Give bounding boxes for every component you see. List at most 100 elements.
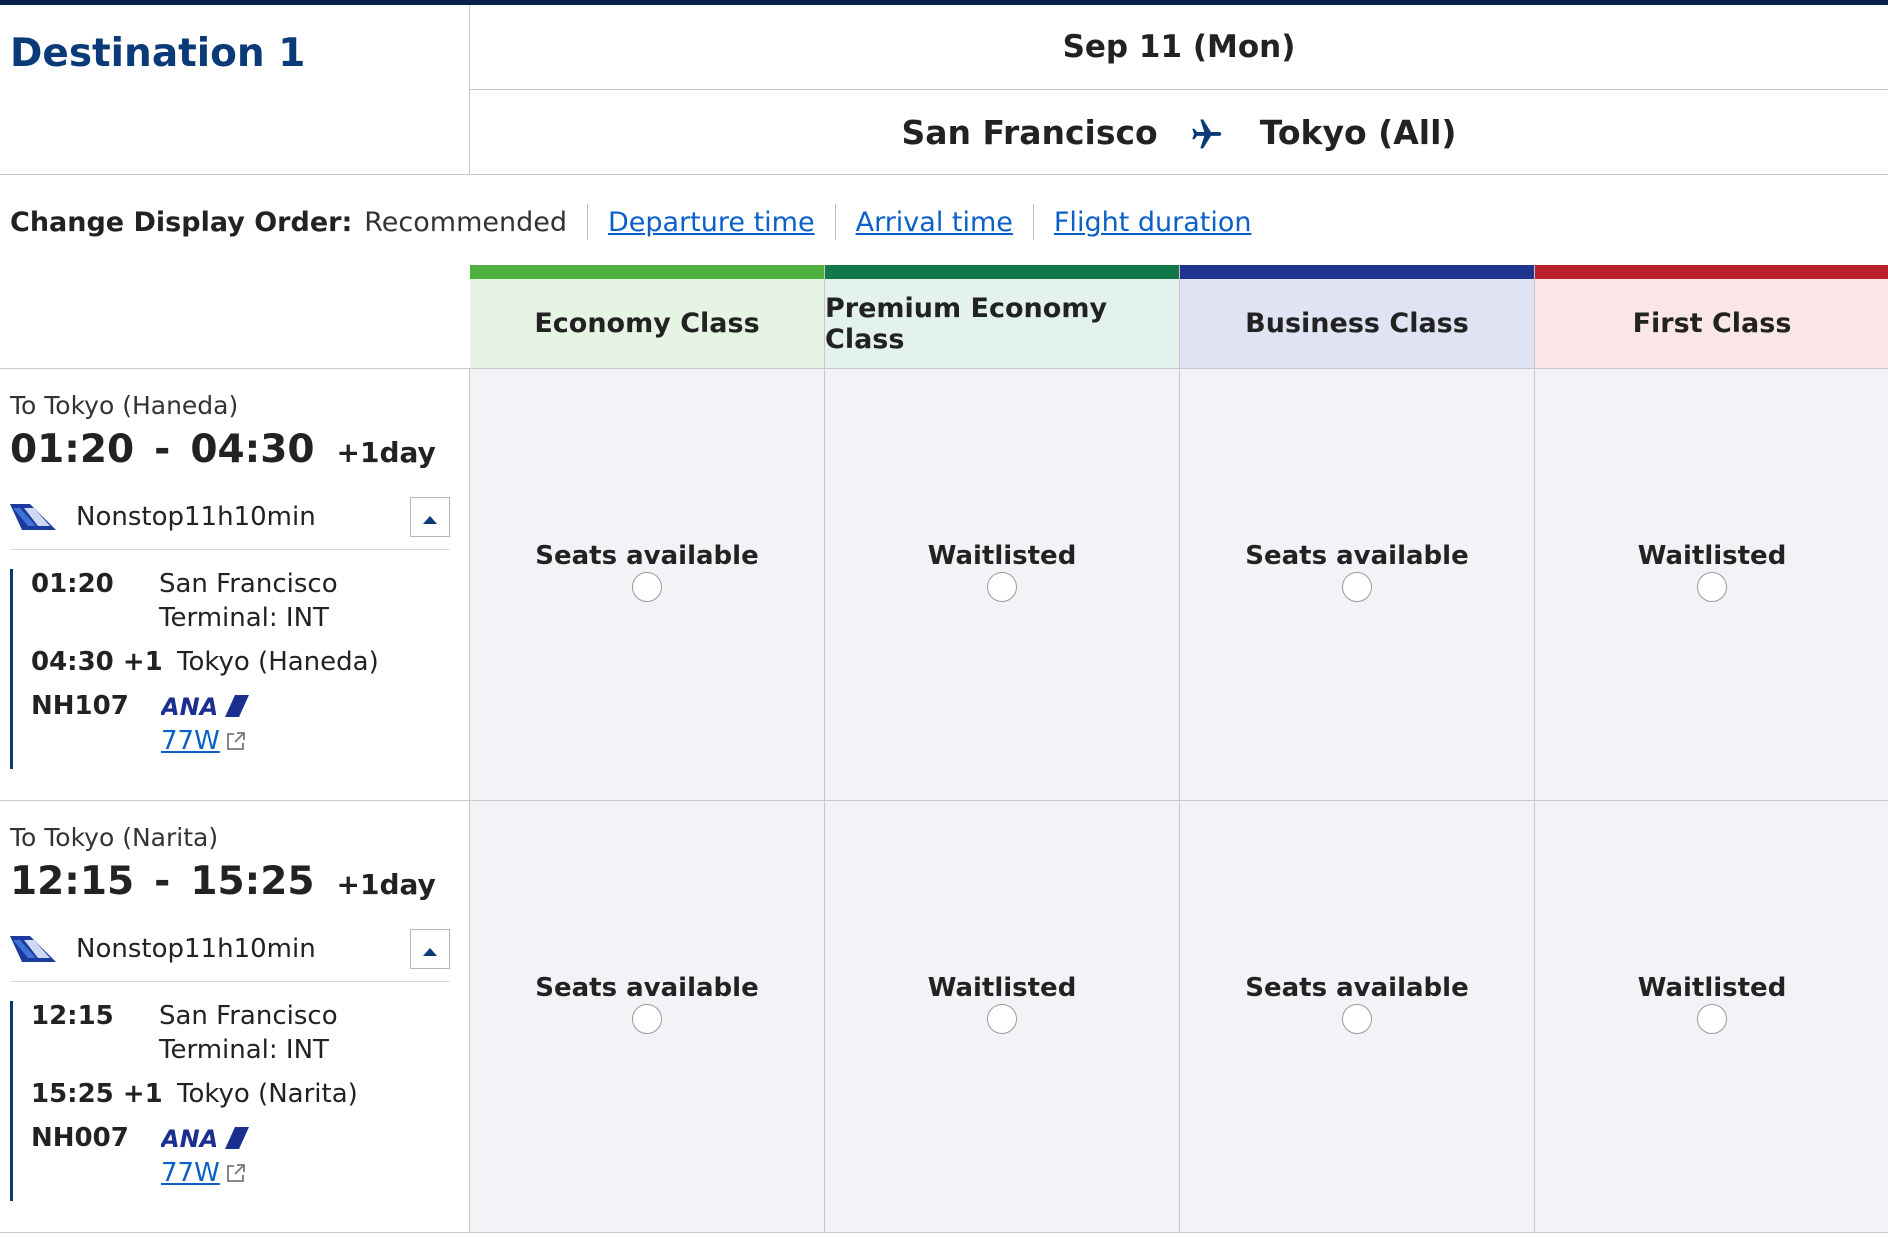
flight-number: NH007 [31,1123,129,1153]
segment-arrival: 15:25 +1 Tokyo (Narita) [31,1079,358,1109]
aircraft-type-link[interactable]: 77W [161,726,246,756]
fare-radio[interactable] [1697,572,1727,602]
fare-radio[interactable] [987,1004,1017,1034]
plus-day: +1day [336,436,436,469]
destination-title: Destination 1 [10,31,306,76]
time-separator: - [154,427,171,472]
segment-arrival-time: 15:25 +1 [31,1079,163,1109]
segment-terminal: Terminal: INT [159,1035,329,1065]
divider [1032,204,1034,240]
collapse-details-button[interactable] [410,929,450,969]
availability-label: Seats available [1245,541,1469,571]
fare-radio[interactable] [632,572,662,602]
availability-label: Waitlisted [927,541,1077,571]
external-link-icon [226,1163,246,1183]
sort-flight-duration-link[interactable]: Flight duration [1054,207,1252,238]
collapse-details-button[interactable] [410,497,450,537]
availability-label: Seats available [535,973,759,1003]
travel-date: Sep 11 (Mon) [470,5,1888,90]
segment-departure-time: 01:20 [31,569,114,599]
segment-terminal: Terminal: INT [159,603,329,633]
route-header: Sep 11 (Mon) San Francisco Tokyo (All) [470,5,1888,175]
sort-arrival-time-link[interactable]: Arrival time [856,207,1013,238]
divider [10,549,450,550]
divider [834,204,836,240]
sort-departure-time-link[interactable]: Departure time [608,207,815,238]
sort-label: Change Display Order: [10,206,353,238]
class-header-label: First Class [1632,308,1792,339]
external-link-icon [226,731,246,751]
ana-logo: ANA [159,693,249,723]
fare-cell-business[interactable]: Seats available [1180,801,1535,1233]
segment-departure: 12:15 San Francisco [31,1001,338,1031]
sort-bar: Change Display Order: Recommended Depart… [10,200,1251,244]
fare-cell-economy[interactable]: Seats available [470,801,825,1233]
chevron-up-icon [422,934,438,964]
origin-city: San Francisco [901,113,1158,152]
aircraft-type: 77W [161,1158,220,1188]
flight-times: 12:15 - 15:25 +1day [10,859,436,904]
availability-label: Waitlisted [1637,973,1787,1003]
class-color-bar [470,265,824,279]
segment-details: 01:20 San Francisco Terminal: INT 04:30 … [10,569,450,769]
segment-departure-time: 12:15 [31,1001,114,1031]
flight-times: 01:20 - 04:30 +1day [10,427,436,472]
class-header-label: Economy Class [534,308,760,339]
flight-destination-label: To Tokyo (Haneda) [10,391,239,420]
availability-label: Waitlisted [1637,541,1787,571]
fare-cell-business[interactable]: Seats available [1180,369,1535,801]
chevron-up-icon [422,502,438,532]
ana-logo: ANA [159,1125,249,1155]
arrival-time: 15:25 [190,859,315,904]
time-separator: - [154,859,171,904]
fare-radio[interactable] [632,1004,662,1034]
class-header-business: Business Class [1180,265,1535,369]
nonstop-label: Nonstop [76,934,184,964]
flight-duration: 11h10min [184,502,316,532]
aircraft-type-link[interactable]: 77W [161,1158,246,1188]
fare-cell-premium-economy[interactable]: Waitlisted [825,801,1180,1233]
class-header-premium-economy: Premium Economy Class [825,265,1180,369]
class-header-label: Business Class [1245,308,1469,339]
route: San Francisco Tokyo (All) [470,90,1888,175]
departure-time: 12:15 [10,859,135,904]
divider [10,981,450,982]
svg-text:ANA: ANA [161,693,218,719]
availability-label: Seats available [1245,973,1469,1003]
arrival-time: 04:30 [190,427,315,472]
availability-label: Waitlisted [927,973,1077,1003]
flight-destination-label: To Tokyo (Narita) [10,823,219,852]
class-header-economy: Economy Class [470,265,825,369]
fare-cell-first[interactable]: Waitlisted [1535,369,1888,801]
flight-duration: 11h10min [184,934,316,964]
class-header-label: Premium Economy Class [825,292,1108,355]
destination-header: Destination 1 [0,5,470,175]
class-color-bar [1535,265,1888,279]
fare-cell-economy[interactable]: Seats available [470,369,825,801]
segment-arrival-time: 04:30 +1 [31,647,163,677]
fare-radio[interactable] [1342,1004,1372,1034]
ana-tail-logo [10,502,56,532]
class-color-bar [1180,265,1534,279]
departure-time: 01:20 [10,427,135,472]
segment-departure-city: San Francisco [159,569,338,599]
class-color-bar [825,265,1179,279]
svg-text:ANA: ANA [161,1125,218,1151]
fare-cell-first[interactable]: Waitlisted [1535,801,1888,1233]
airplane-icon [1188,114,1226,152]
sort-current: Recommended [364,206,567,238]
segment-arrival: 04:30 +1 Tokyo (Haneda) [31,647,379,677]
segment-departure: 01:20 San Francisco [31,569,338,599]
segment-details: 12:15 San Francisco Terminal: INT 15:25 … [10,1001,450,1201]
divider [587,204,588,240]
fare-cell-premium-economy[interactable]: Waitlisted [825,369,1180,801]
flight-summary: Nonstop 11h10min [10,497,450,537]
fare-radio[interactable] [987,572,1017,602]
fare-radio[interactable] [1697,1004,1727,1034]
flight-row: To Tokyo (Haneda) 01:20 - 04:30 +1day No… [0,369,470,801]
availability-label: Seats available [535,541,759,571]
destination-city: Tokyo (All) [1259,113,1457,152]
fare-radio[interactable] [1342,572,1372,602]
flight-number: NH107 [31,691,129,721]
segment-arrival-city: Tokyo (Haneda) [177,647,379,677]
